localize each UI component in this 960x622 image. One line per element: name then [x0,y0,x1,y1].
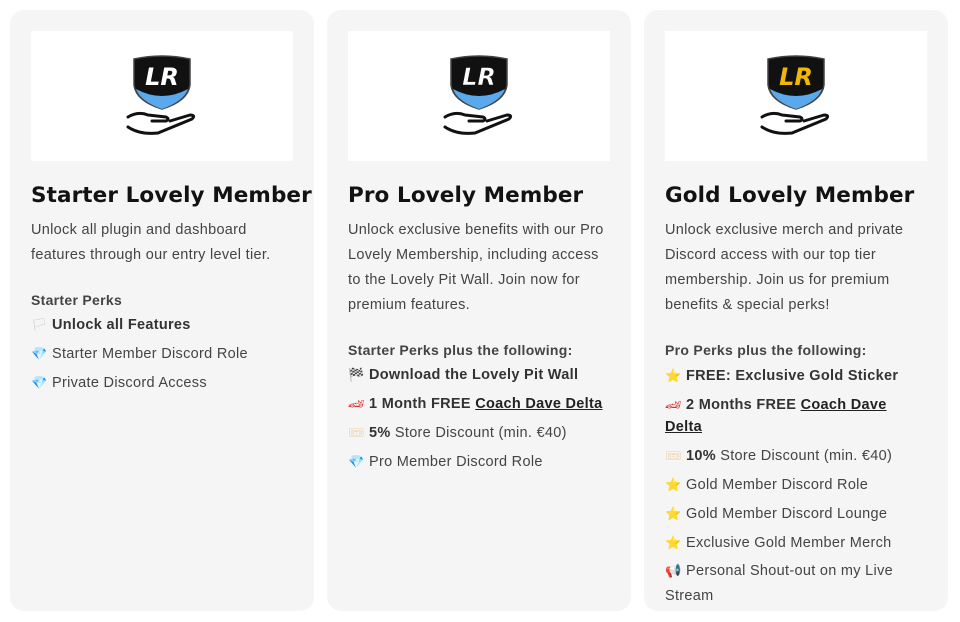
perk-item: 📢 Personal Shout-out on my Live Stream [665,558,927,609]
star-icon: ⭐ [665,368,682,383]
card-title: Starter Lovely Member [31,183,312,208]
star-icon: ⭐ [665,477,682,492]
perk-text: Pro Member Discord Role [369,454,543,470]
perks-heading: Pro Perks plus the following: [665,342,867,358]
perk-text: Exclusive Gold Member Merch [686,535,892,551]
perk-item: 💎 Pro Member Discord Role [348,451,610,473]
svg-text:LR: LR [462,63,496,91]
perk-bold-text: 5% [369,425,391,441]
perks-heading: Starter Perks [31,292,123,308]
card-description: Unlock exclusive merch and private Disco… [665,222,904,313]
pro-logo-box: LR [348,31,610,161]
perk-item: 🏳 Unlock all Features [31,314,293,336]
starter-logo-box: LR [31,31,293,161]
perk-item: 🎟 10% Store Discount (min. €40) [665,445,927,467]
white-flag-icon: 🏳 [31,317,48,332]
lr-shield-logo-icon: LR [760,55,830,135]
star-icon: ⭐ [665,535,682,550]
card-title: Pro Lovely Member [348,183,584,208]
starter-tier-card: LR Starter Lovely Member Unlock all plug… [10,10,314,611]
gem-icon: 💎 [31,346,48,361]
perk-bold-text: Unlock all Features [52,317,191,333]
perk-text: Starter Member Discord Role [52,346,248,362]
membership-tiers: LR Starter Lovely Member Unlock all plug… [0,0,960,622]
ticket-icon: 🎟 [348,425,365,440]
gold-tier-card: LR Gold Lovely Member Unlock exclusive m… [644,10,948,611]
perk-text: Private Discord Access [52,375,207,391]
perk-item: ⭐ FREE: Exclusive Gold Sticker [665,365,927,387]
perk-text: Store Discount (min. €40) [715,448,893,464]
perk-bold-text: FREE: Exclusive Gold Sticker [686,368,899,384]
coach-dave-delta-link[interactable]: Coach Dave Delta [475,396,602,412]
perk-item: 🏎 1 Month FREE Coach Dave Delta [348,393,610,415]
svg-text:LR: LR [145,63,179,91]
perk-item: 🏁 Download the Lovely Pit Wall [348,364,610,386]
perk-text: Store Discount (min. €40) [390,425,567,441]
card-description: Unlock all plugin and dashboard features… [31,222,271,263]
ticket-icon: 🎟 [665,448,682,463]
pro-tier-card: LR Pro Lovely Member Unlock exclusive be… [327,10,631,611]
gem-icon: 💎 [348,454,365,469]
race-car-icon: 🏎 [665,397,682,412]
perk-text: Personal Shout-out on my Live Stream [665,563,893,604]
lr-shield-logo-icon: LR [126,55,196,135]
megaphone-icon: 📢 [665,563,682,578]
perks-heading: Starter Perks plus the following: [348,342,573,358]
gold-logo-box: LR [665,31,927,161]
gem-icon: 💎 [31,375,48,390]
card-description: Unlock exclusive benefits with our Pro L… [348,222,604,313]
perk-bold-text: 10% [686,448,716,464]
perk-text: Gold Member Discord Lounge [686,506,888,522]
perk-item: 💎 Starter Member Discord Role [31,343,293,365]
perk-item: ⭐ Gold Member Discord Lounge [665,503,927,525]
perk-text: Gold Member Discord Role [686,477,869,493]
perk-item: ⭐ Gold Member Discord Role [665,474,927,496]
race-car-icon: 🏎 [348,396,365,411]
lr-shield-logo-icon: LR [443,55,513,135]
perk-bold-text: 2 Months FREE [686,397,801,413]
perk-item: 🎟 5% Store Discount (min. €40) [348,422,610,444]
perk-bold-text: 1 Month FREE [369,396,476,412]
perk-item: 💎 Private Discord Access [31,372,293,394]
star-icon: ⭐ [665,506,682,521]
perk-bold-text: Download the Lovely Pit Wall [369,367,579,383]
checkered-flag-icon: 🏁 [348,367,365,382]
card-title: Gold Lovely Member [665,183,915,208]
perk-item: ⭐ Exclusive Gold Member Merch [665,532,927,554]
perk-item: 🏎 2 Months FREE Coach Dave Delta [665,394,927,438]
svg-text:LR: LR [779,63,813,91]
